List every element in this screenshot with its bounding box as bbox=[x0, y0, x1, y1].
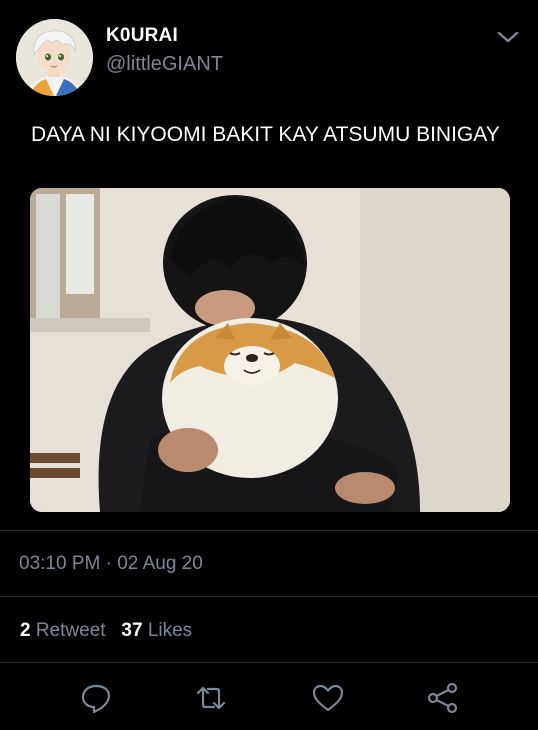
reply-icon bbox=[81, 684, 111, 714]
user-handle[interactable]: @littleGIANT bbox=[106, 53, 223, 76]
tweet-text: DAYA NI KIYOOMI BAKIT KAY ATSUMU BINIGAY bbox=[31, 123, 500, 146]
like-label[interactable]: Likes bbox=[148, 620, 192, 641]
like-button[interactable] bbox=[311, 681, 345, 715]
divider bbox=[0, 530, 538, 531]
share-button[interactable] bbox=[426, 681, 460, 715]
tweet-time: 03:10 PM bbox=[19, 553, 101, 574]
tweet-photo[interactable] bbox=[30, 188, 510, 512]
tweet-timestamp: 03:10 PM · 02 Aug 20 bbox=[19, 553, 203, 575]
tweet-date: 02 Aug 20 bbox=[117, 553, 203, 574]
like-count[interactable]: 37 bbox=[121, 620, 142, 641]
reply-button[interactable] bbox=[79, 681, 113, 715]
tweet-stats: 2 Retweet 37 Likes bbox=[20, 620, 192, 642]
share-icon bbox=[427, 682, 458, 714]
retweet-count[interactable]: 2 bbox=[20, 620, 31, 641]
display-name[interactable]: K0URAI bbox=[106, 25, 178, 47]
divider bbox=[0, 596, 538, 597]
retweet-button[interactable] bbox=[194, 681, 228, 715]
retweet-label[interactable]: Retweet bbox=[36, 620, 106, 641]
avatar[interactable] bbox=[16, 19, 93, 96]
divider bbox=[0, 662, 538, 663]
chevron-down-icon[interactable] bbox=[495, 27, 521, 47]
timestamp-separator: · bbox=[105, 553, 112, 574]
retweet-icon bbox=[196, 686, 226, 710]
like-heart-icon bbox=[312, 684, 344, 712]
